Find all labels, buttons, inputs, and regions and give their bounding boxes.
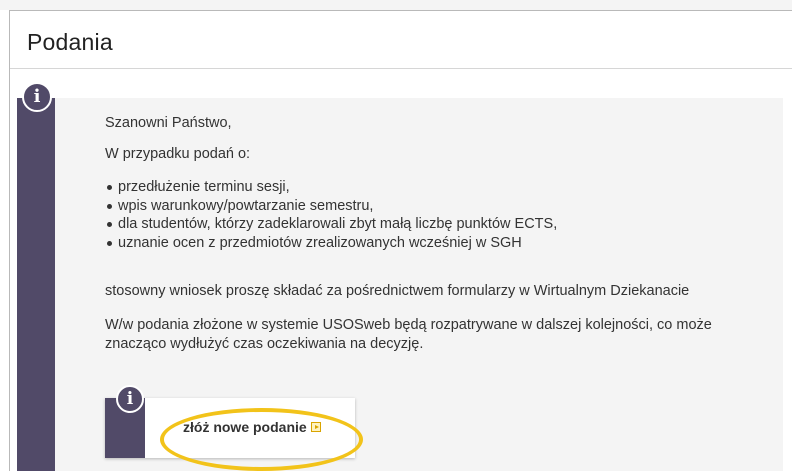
title-divider <box>10 68 792 69</box>
info-icon: i <box>22 82 52 112</box>
notice-greeting: Szanowni Państwo, <box>105 115 232 131</box>
list-item: wpis warunkowy/powtarzanie semestru, <box>105 197 557 216</box>
notice-note: W/w podania złożone w systemie USOSweb b… <box>105 317 712 352</box>
notice-bullet-list: przedłużenie terminu sesji, wpis warunko… <box>105 178 557 252</box>
list-item: przedłużenie terminu sesji, <box>105 178 557 197</box>
page-title: Podania <box>27 29 113 55</box>
list-item: uznanie ocen z przedmiotów zrealizowanyc… <box>105 234 557 253</box>
notice-accent-bar <box>17 98 55 471</box>
list-item: dla studentów, którzy zadeklarowali zbyt… <box>105 215 557 234</box>
top-band <box>0 0 792 10</box>
info-icon: i <box>116 385 144 413</box>
notice-instruction: stosowny wniosek proszę składać za pośre… <box>105 283 690 299</box>
notice-intro: W przypadku podań o: <box>105 146 251 162</box>
highlight-ring <box>160 408 363 471</box>
